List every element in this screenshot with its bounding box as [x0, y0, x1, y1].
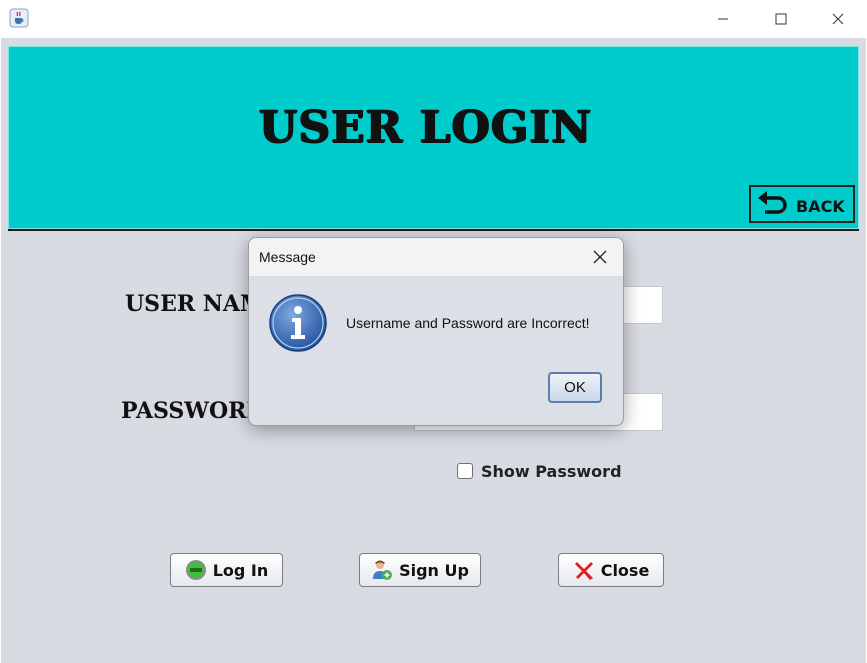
dialog-title: Message [259, 249, 316, 265]
red-x-icon [574, 562, 593, 580]
back-arrow-icon [758, 191, 787, 214]
close-button-label: Close [600, 560, 650, 580]
close-icon [832, 13, 844, 25]
dialog-message: Username and Password are Incorrect! [346, 315, 590, 331]
close-icon [593, 250, 607, 264]
application-window: USER LOGIN BACK USER NAME PASSWORD Show … [0, 0, 867, 663]
password-label: PASSWORD [121, 398, 266, 424]
back-button[interactable]: BACK [749, 185, 855, 223]
add-user-icon [373, 560, 393, 580]
close-button[interactable]: Close [558, 553, 664, 587]
window-titlebar [0, 0, 867, 38]
maximize-button[interactable] [752, 0, 810, 38]
ok-button[interactable]: OK [548, 372, 602, 403]
java-cup-icon [9, 8, 29, 28]
back-button-label: BACK [796, 197, 845, 216]
dialog-titlebar: Message [249, 238, 623, 276]
minimize-icon [718, 18, 728, 20]
login-button[interactable]: Log In [170, 553, 283, 587]
show-password-checkbox[interactable] [457, 463, 473, 479]
window-close-button[interactable] [809, 0, 867, 38]
signup-button[interactable]: Sign Up [359, 553, 481, 587]
info-icon [269, 294, 327, 352]
show-password-label[interactable]: Show Password [481, 462, 622, 481]
header-banner: USER LOGIN BACK [8, 46, 859, 231]
message-dialog: Message Username and Password are Incorr… [248, 237, 624, 426]
login-button-label: Log In [212, 560, 269, 580]
page-title: USER LOGIN [259, 102, 593, 153]
dialog-close-button[interactable] [584, 242, 616, 272]
minimize-button[interactable] [694, 0, 752, 38]
maximize-icon [775, 13, 787, 25]
green-circle-icon [185, 560, 206, 580]
signup-button-label: Sign Up [399, 560, 469, 580]
